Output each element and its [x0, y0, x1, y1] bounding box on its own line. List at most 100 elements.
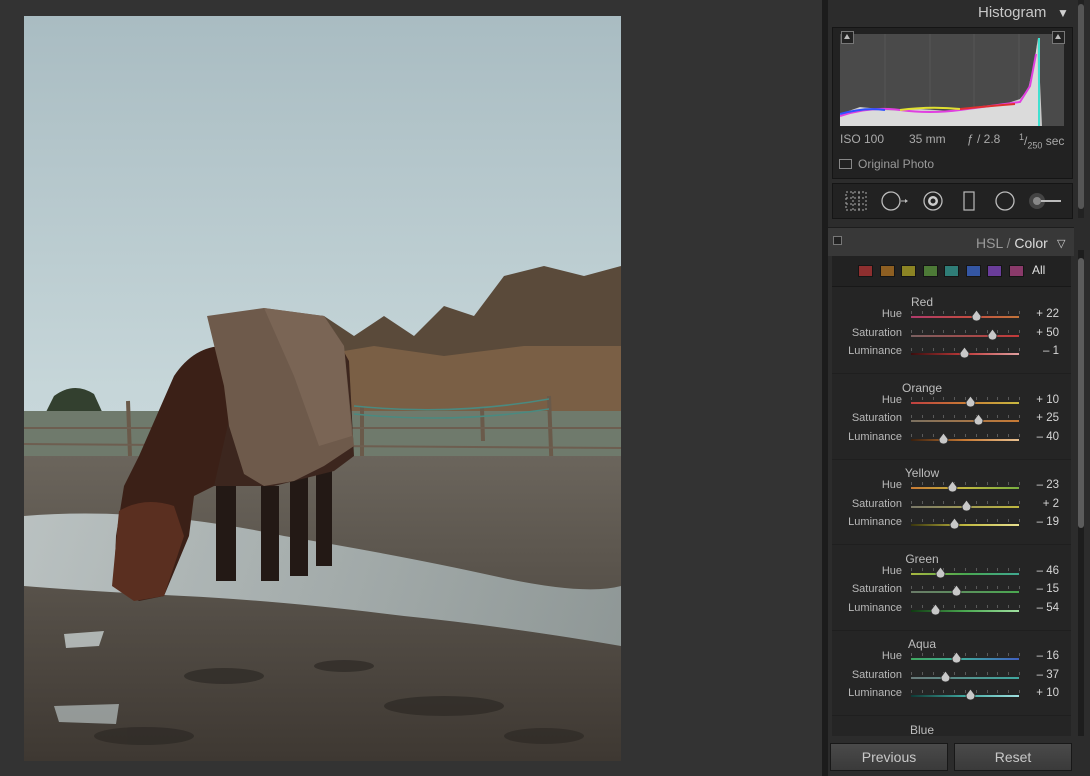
slider-thumb-icon[interactable]: [951, 585, 962, 597]
slider-tick: [986, 311, 988, 314]
green-luminance-value[interactable]: – 54: [1019, 602, 1059, 614]
green-luminance-slider[interactable]: [911, 609, 1019, 612]
red-luminance-value[interactable]: – 1: [1019, 345, 1059, 357]
exif-focal-length: 35 mm: [909, 132, 946, 146]
slider-tick: [932, 586, 934, 589]
panel-scroll-thumb[interactable]: [1078, 258, 1084, 528]
original-photo-toggle[interactable]: Original Photo: [839, 157, 934, 171]
slider-tick: [921, 586, 923, 589]
slider-thumb-icon[interactable]: [961, 499, 972, 512]
color-swatch[interactable]: [965, 265, 981, 277]
color-swatch[interactable]: [901, 265, 916, 277]
red-hue-slider[interactable]: [911, 316, 1019, 318]
histogram-graph[interactable]: [839, 34, 1064, 126]
hsl-tab[interactable]: HSL: [976, 235, 1003, 251]
aqua-saturation-slider[interactable]: [911, 676, 1019, 679]
slider-tick: [954, 329, 956, 333]
green-saturation-value[interactable]: – 15: [1019, 583, 1059, 595]
yellow-luminance-slider[interactable]: [911, 524, 1019, 526]
slider-tick: [975, 690, 977, 693]
slider-thumb-icon[interactable]: [973, 414, 984, 426]
luminance-label: Luminance: [848, 516, 902, 528]
color-tab[interactable]: Color: [1014, 235, 1047, 251]
original-photo-checkbox[interactable]: [839, 159, 852, 169]
slider-thumb-icon[interactable]: [965, 395, 976, 408]
color-swatch[interactable]: [922, 265, 938, 277]
color-swatch[interactable]: [987, 265, 1002, 277]
slider-tick: [1008, 500, 1010, 504]
slider-tick: [965, 567, 966, 571]
photo-preview[interactable]: [24, 16, 621, 761]
red-eye-icon[interactable]: [922, 191, 944, 211]
aqua-luminance-value[interactable]: + 10: [1019, 687, 1059, 699]
slider-tick: [1008, 482, 1010, 485]
aqua-hue-slider[interactable]: [911, 658, 1019, 660]
orange-luminance-slider[interactable]: [911, 438, 1019, 441]
slider-thumb-icon[interactable]: [949, 518, 960, 530]
green-hue-value[interactable]: – 46: [1019, 565, 1059, 577]
previous-button[interactable]: Previous: [830, 743, 948, 771]
reset-button[interactable]: Reset: [954, 743, 1072, 771]
yellow-luminance-value[interactable]: – 19: [1019, 516, 1059, 528]
slider-tick: [911, 348, 912, 351]
aqua-saturation-value[interactable]: – 37: [1019, 669, 1059, 681]
top-panel-scroll-thumb[interactable]: [1078, 4, 1084, 209]
slider-thumb-icon[interactable]: [971, 310, 982, 322]
slider-thumb-icon[interactable]: [987, 328, 998, 341]
all-colors-button[interactable]: All: [1032, 263, 1045, 277]
hsl-collapse-icon[interactable]: ▽: [1057, 237, 1065, 250]
color-group-red: Red Hue + 22 Saturation + 50 Luminance – 1: [832, 287, 1071, 374]
slider-tick: [954, 671, 956, 675]
orange-luminance-value[interactable]: – 40: [1019, 431, 1059, 443]
slider-tick: [1008, 433, 1010, 437]
crop-overlay-icon[interactable]: [845, 191, 867, 211]
orange-hue-value[interactable]: + 10: [1019, 394, 1059, 406]
yellow-hue-slider[interactable]: [911, 487, 1019, 489]
color-swatch[interactable]: [1008, 265, 1024, 277]
green-saturation-slider[interactable]: [911, 591, 1019, 593]
histogram-collapse-icon[interactable]: ▼: [1057, 6, 1069, 20]
yellow-saturation-value[interactable]: + 2: [1019, 498, 1059, 510]
color-swatch[interactable]: [879, 265, 895, 277]
hsl-color-title[interactable]: HSL / Color: [976, 235, 1048, 251]
orange-saturation-value[interactable]: + 25: [1019, 412, 1059, 424]
slider-tick: [975, 482, 977, 485]
histogram-title[interactable]: Histogram: [978, 4, 1046, 21]
slider-thumb-icon[interactable]: [947, 481, 958, 493]
slider-thumb-icon[interactable]: [940, 670, 951, 683]
red-hue-value[interactable]: + 22: [1019, 308, 1059, 320]
image-canvas[interactable]: [0, 0, 822, 776]
aqua-hue-value[interactable]: – 16: [1019, 650, 1059, 662]
slider-thumb-icon[interactable]: [951, 652, 962, 664]
slider-thumb-icon[interactable]: [930, 603, 941, 616]
slider-tick: [997, 671, 999, 675]
slider-tick: [921, 329, 923, 333]
red-saturation-slider[interactable]: [911, 334, 1019, 337]
color-swatch[interactable]: [944, 265, 959, 277]
slider-thumb-icon[interactable]: [935, 566, 946, 579]
color-swatch[interactable]: [858, 265, 873, 277]
hsl-color-panel-header[interactable]: HSL / Color ▽: [828, 227, 1074, 256]
saturation-label: Saturation: [851, 326, 902, 339]
shadow-clipping-icon[interactable]: [841, 31, 854, 44]
slider-thumb-icon[interactable]: [938, 432, 949, 445]
slider-tick: [1008, 519, 1010, 522]
green-hue-slider[interactable]: [911, 572, 1019, 575]
slider-tick: [943, 519, 945, 522]
slider-thumb-icon[interactable]: [959, 347, 970, 359]
spot-removal-icon[interactable]: [881, 191, 909, 211]
panel-switch-icon[interactable]: [833, 236, 842, 245]
adjustment-brush-icon[interactable]: [1027, 191, 1063, 211]
slider-thumb-icon[interactable]: [965, 689, 976, 701]
red-saturation-value[interactable]: + 50: [1019, 327, 1059, 339]
slider-tick: [932, 567, 934, 571]
radial-filter-icon[interactable]: [994, 191, 1016, 211]
yellow-hue-value[interactable]: – 23: [1019, 479, 1059, 491]
exif-aperture: ƒ / 2.8: [967, 132, 1001, 146]
orange-saturation-slider[interactable]: [911, 420, 1019, 422]
highlight-clipping-icon[interactable]: [1052, 31, 1065, 44]
histogram-panel: ISO 100 35 mm ƒ / 2.8 1/250 sec Original…: [832, 27, 1073, 179]
slider-tick: [911, 415, 912, 418]
graduated-filter-icon[interactable]: [958, 191, 980, 211]
slider-tick: [943, 586, 945, 589]
